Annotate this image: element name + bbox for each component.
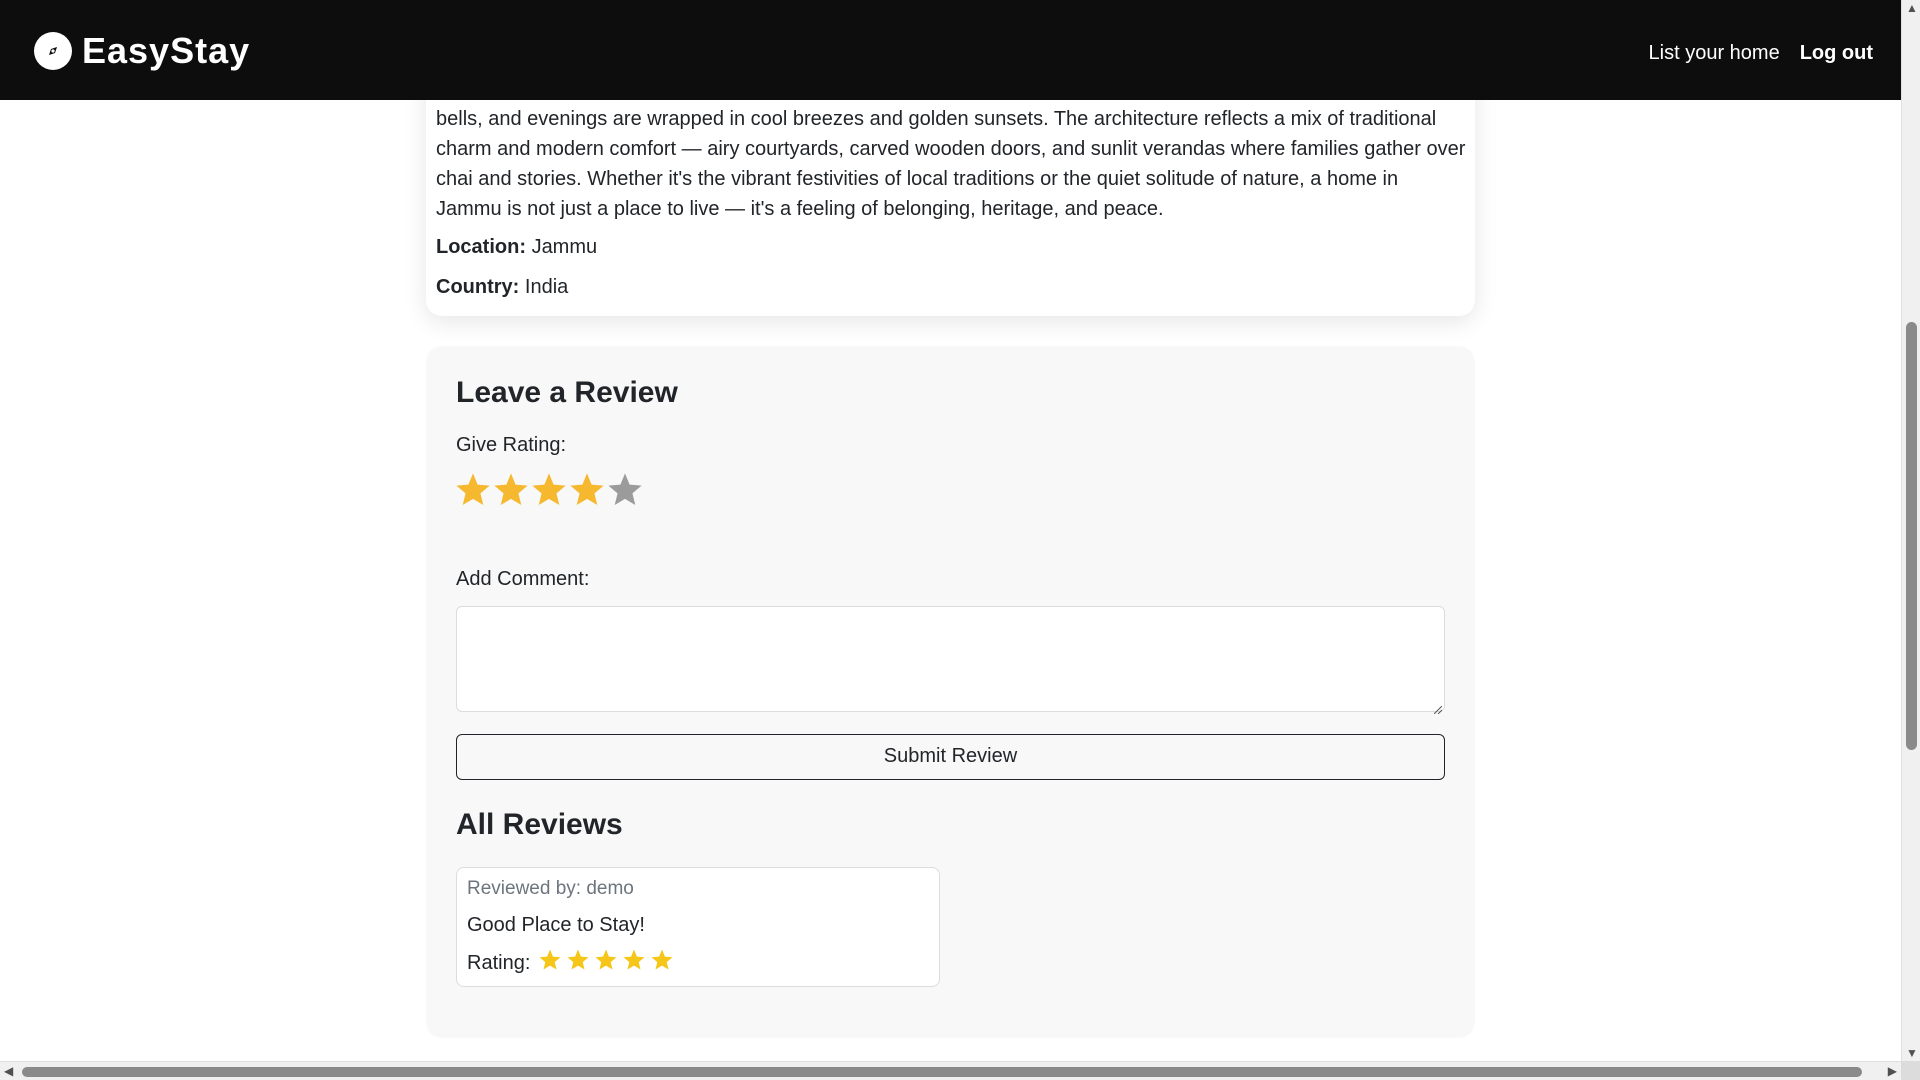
star-rating-5-icon[interactable] (606, 470, 644, 510)
star-rating-1-icon[interactable] (454, 470, 492, 510)
comment-textarea[interactable] (456, 606, 1445, 712)
review-star-icon (622, 948, 646, 978)
add-comment-label: Add Comment: (456, 568, 590, 590)
give-rating-label: Give Rating: (456, 434, 567, 456)
vertical-scroll-thumb[interactable] (1906, 322, 1917, 750)
logout-link[interactable]: Log out (1800, 42, 1873, 65)
arrow-down-icon[interactable]: ▼ (1906, 1047, 1918, 1059)
listing-description: bells, and evenings are wrapped in cool … (436, 108, 1466, 220)
location-label: Location: (436, 236, 526, 258)
listing-country: Country: India (436, 276, 568, 299)
submit-review-button[interactable]: Submit Review (456, 734, 1445, 780)
listing-location: Location: Jammu (436, 236, 597, 259)
nav-links: List your home Log out (1649, 42, 1893, 65)
arrow-left-icon[interactable]: ◀ (4, 1065, 13, 1077)
horizontal-scroll-thumb[interactable] (22, 1067, 1862, 1077)
horizontal-scrollbar[interactable]: ◀ ▶ (0, 1061, 1901, 1080)
star-rating-input[interactable] (454, 470, 644, 510)
scrollbar-corner (1901, 1061, 1920, 1080)
review-stars (534, 948, 674, 978)
review-comment: Good Place to Stay! (467, 914, 645, 936)
review-item: Reviewed by: demo Good Place to Stay! Ra… (456, 867, 940, 987)
review-star-icon (594, 948, 618, 978)
reviewer-name: Reviewed by: demo (467, 878, 634, 899)
star-rating-3-icon[interactable] (530, 470, 568, 510)
arrow-right-icon[interactable]: ▶ (1888, 1065, 1897, 1077)
review-section: Leave a Review Give Rating: Add Comment:… (426, 346, 1475, 1038)
country-label: Country: (436, 276, 520, 298)
leave-review-heading: Leave a Review (456, 376, 678, 409)
brand[interactable]: EasyStay (34, 30, 250, 72)
resize-grip-icon[interactable] (1433, 701, 1443, 719)
review-rating-label: Rating: (467, 951, 531, 974)
brand-name: EasyStay (82, 30, 251, 71)
navbar: EasyStay List your home Log out (0, 0, 1901, 100)
country-value: India (524, 276, 569, 298)
star-rating-4-icon[interactable] (568, 470, 606, 510)
list-your-home-link[interactable]: List your home (1649, 42, 1780, 65)
arrow-up-icon[interactable]: ▲ (1906, 2, 1918, 14)
review-star-icon (538, 948, 562, 978)
compass-icon (34, 32, 72, 70)
all-reviews-heading: All Reviews (456, 808, 623, 841)
review-rating: Rating: (467, 948, 674, 978)
star-rating-2-icon[interactable] (492, 470, 530, 510)
location-value: Jammu (531, 236, 598, 258)
review-star-icon (650, 948, 674, 978)
vertical-scrollbar[interactable]: ▲ ▼ (1901, 0, 1920, 1061)
review-star-icon (566, 948, 590, 978)
